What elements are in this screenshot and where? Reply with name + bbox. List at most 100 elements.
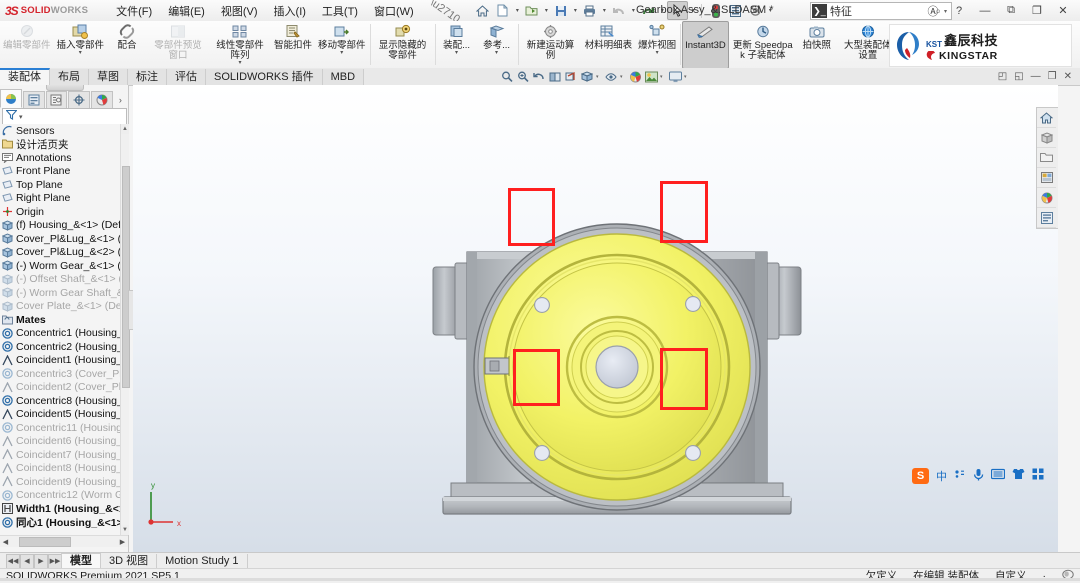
new-document-button[interactable] xyxy=(493,2,512,19)
close-button[interactable]: ✕ xyxy=(1050,0,1076,21)
design-library-icon[interactable] xyxy=(1037,128,1056,148)
undo-button[interactable] xyxy=(609,2,628,19)
tree-item[interactable]: Coincident9 (Housing_&< xyxy=(0,475,120,489)
tab-assembly[interactable]: 装配体 xyxy=(0,68,50,85)
tree-item[interactable]: Coincident2 (Cover_Pl&Lu xyxy=(0,381,120,395)
feature-tree[interactable]: Sensors 设计活页夹 Annotations Front Plane Top Pl… xyxy=(0,124,120,535)
tree-item[interactable]: Cover Plate_&<1> (Default) xyxy=(0,300,120,314)
ime-voice-input-icon[interactable] xyxy=(973,468,984,484)
print-button[interactable] xyxy=(580,2,599,19)
display-style-icon[interactable] xyxy=(580,69,594,84)
zoom-to-area-icon[interactable] xyxy=(516,69,530,84)
hide-show-items-icon[interactable] xyxy=(604,69,618,84)
chevron-down-icon[interactable]: ▾ xyxy=(495,50,498,56)
feature-manager-tab[interactable] xyxy=(0,89,22,108)
dimxpert-manager-tab[interactable] xyxy=(68,91,91,108)
apply-scene-caret[interactable]: ▾ xyxy=(660,74,666,80)
chevron-down-icon[interactable]: ▾ xyxy=(340,50,343,56)
print-caret[interactable]: ▾ xyxy=(600,7,608,14)
display-style-caret[interactable]: ▾ xyxy=(596,74,602,80)
tree-item[interactable]: Top Plane xyxy=(0,178,120,192)
doc-minimize-icon[interactable]: — xyxy=(1029,71,1043,82)
sogou-logo-icon[interactable]: S xyxy=(912,467,929,484)
ime-keyboard-icon[interactable] xyxy=(990,468,1006,483)
solidworks-resources-icon[interactable] xyxy=(1037,108,1056,128)
tree-item[interactable]: 同心1 (Housing_&<1>,Co xyxy=(0,516,120,530)
chevron-down-icon[interactable]: ▾ xyxy=(239,60,242,66)
ime-mode-indicator[interactable]: 中 xyxy=(936,468,947,484)
menu-file[interactable]: 文件(F) xyxy=(108,1,160,21)
scroll-up-arrow[interactable]: ▲ xyxy=(121,124,129,134)
minimize-button[interactable]: — xyxy=(972,0,998,21)
ribbon-button-move-component[interactable]: 移动零部件 ▾ xyxy=(315,21,369,68)
tab-evaluate[interactable]: 评估 xyxy=(167,69,206,85)
help-icon[interactable]: ? xyxy=(946,0,972,21)
ribbon-button-take-snapshot[interactable]: 拍快照 xyxy=(797,21,837,68)
doc-maximize-icon[interactable]: ❐ xyxy=(1046,71,1059,82)
tab-sketch[interactable]: 草图 xyxy=(89,69,128,85)
tree-horizontal-scrollbar[interactable]: ◀ ▶ xyxy=(0,535,128,547)
tree-item[interactable]: Coincident5 (Housing_&< xyxy=(0,408,120,422)
h-scrollbar-thumb[interactable] xyxy=(19,536,71,547)
doc-restore-icon[interactable]: ◰ xyxy=(996,71,1009,82)
tree-item[interactable]: (-) Worm Gear_&<1> (Defau xyxy=(0,259,120,273)
menu-insert[interactable]: 插入(I) xyxy=(266,1,314,21)
appearances-scenes-icon[interactable] xyxy=(1037,188,1056,208)
ribbon-button-new-motion-study[interactable]: 新建运动算例 xyxy=(520,21,582,68)
section-view-icon[interactable] xyxy=(548,69,562,84)
display-manager-tab[interactable] xyxy=(91,91,113,108)
save-button[interactable] xyxy=(551,2,570,19)
tree-item[interactable]: Cover_Pl&Lug_&<1> (Defaul xyxy=(0,232,120,246)
next-tab-button[interactable]: ▶ xyxy=(34,553,48,569)
tree-item[interactable]: Concentric3 (Cover_Pl&Lu xyxy=(0,367,120,381)
tree-item[interactable]: Cover_Pl&Lug_&<2> (Defaul xyxy=(0,246,120,260)
view-palette-icon[interactable] xyxy=(1037,168,1056,188)
prev-tab-button[interactable]: ◀ xyxy=(20,553,34,569)
scroll-down-arrow[interactable]: ▼ xyxy=(121,525,129,535)
tree-item[interactable]: 设计活页夹 xyxy=(0,138,120,152)
bottom-tab-model[interactable]: 模型 xyxy=(61,553,101,569)
menu-window[interactable]: 窗口(W) xyxy=(366,1,422,21)
ribbon-button-edit-component[interactable]: 编辑零部件 xyxy=(0,21,54,68)
chevron-down-icon[interactable]: ▾ xyxy=(656,50,659,56)
hide-show-items-caret[interactable]: ▾ xyxy=(620,74,626,80)
previous-view-icon[interactable] xyxy=(532,69,546,84)
tree-item[interactable]: Coincident8 (Housing_&< xyxy=(0,462,120,476)
tab-solidworks-addins[interactable]: SOLIDWORKS 插件 xyxy=(206,69,323,85)
tree-item[interactable]: (f) Housing_&<1> (Default<< xyxy=(0,219,120,233)
tree-filter-input[interactable]: ▾ xyxy=(2,108,127,125)
ribbon-button-instant3d[interactable]: Instant3D xyxy=(682,21,729,69)
filter-caret-icon[interactable]: ▾ xyxy=(19,113,23,121)
tree-item[interactable]: Width1 (Housing_&<1> ,' xyxy=(0,502,120,516)
scroll-right-arrow[interactable]: ▶ xyxy=(117,536,128,547)
ime-skin-icon[interactable] xyxy=(1012,468,1025,483)
new-document-caret[interactable]: ▾ xyxy=(513,7,521,14)
ribbon-button-mate[interactable]: 配合 xyxy=(107,21,147,68)
account-icon[interactable]: Ⓐ xyxy=(920,0,946,21)
ribbon-button-show-hidden-components[interactable]: 显示隐藏的零部件 xyxy=(372,21,434,68)
bottom-tab-3d-views[interactable]: 3D 视图 xyxy=(100,553,158,569)
tree-item[interactable]: Right Plane xyxy=(0,192,120,206)
open-document-button[interactable] xyxy=(522,2,541,19)
tab-mbd[interactable]: MBD xyxy=(322,69,365,85)
ribbon-button-smart-fastener[interactable]: 智能扣件 xyxy=(271,21,315,68)
tree-item[interactable]: Concentric11 (Housing_& xyxy=(0,421,120,435)
custom-properties-icon[interactable] xyxy=(1037,208,1056,228)
chevron-down-icon[interactable]: ▾ xyxy=(79,50,82,56)
ribbon-button-bill-of-materials[interactable]: 材料明细表 xyxy=(582,21,636,68)
ribbon-button-linear-pattern[interactable]: 线性零部件阵列 ▾ xyxy=(209,21,271,68)
ribbon-button-component-preview[interactable]: 零部件预览窗口 xyxy=(147,21,209,68)
save-caret[interactable]: ▾ xyxy=(571,7,579,14)
menu-view[interactable]: 视图(V) xyxy=(213,1,266,21)
ribbon-button-update-speedpak[interactable]: 更新 Speedpak 子装配体 xyxy=(729,21,797,68)
viewport-caret[interactable]: ▾ xyxy=(684,74,690,80)
tree-item[interactable]: Concentric8 (Housing_&< xyxy=(0,394,120,408)
ribbon-button-insert-component[interactable]: 插入零部件 ▾ xyxy=(54,21,108,68)
ime-toolbar[interactable]: S 中 xyxy=(908,466,1048,485)
tree-item[interactable]: (-) Offset Shaft_&<1> (Defau xyxy=(0,273,120,287)
tree-item[interactable]: Coincident7 (Housing_&< xyxy=(0,448,120,462)
view-orientation-icon[interactable] xyxy=(564,69,578,84)
viewport-icon[interactable] xyxy=(668,69,682,84)
doc-tile-icon[interactable]: ◱ xyxy=(1012,71,1025,82)
tree-item[interactable]: Concentric1 (Housing_&< xyxy=(0,327,120,341)
